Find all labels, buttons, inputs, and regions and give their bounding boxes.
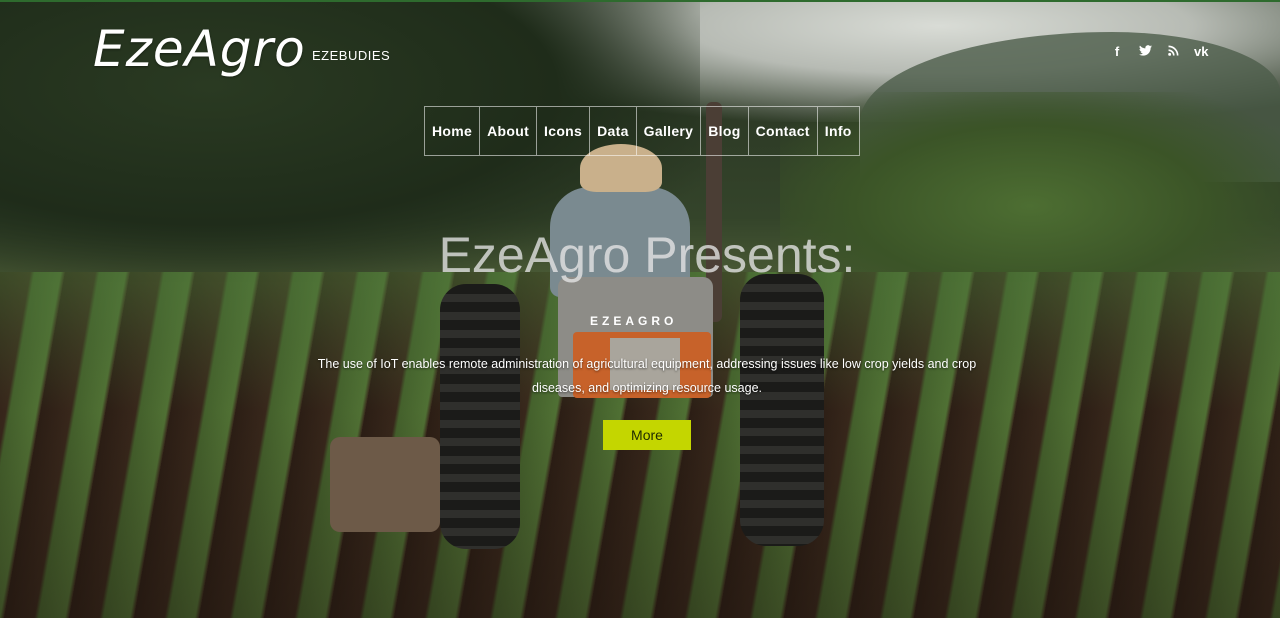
nav-contact[interactable]: Contact <box>747 107 817 155</box>
tractor-label: EZEAGRO <box>590 314 678 328</box>
left-wheel <box>440 284 520 549</box>
vk-icon[interactable]: vk <box>1194 44 1208 59</box>
facebook-icon[interactable]: f <box>1110 44 1124 59</box>
right-wheel <box>740 274 824 546</box>
nav-info[interactable]: Info <box>816 107 859 155</box>
social-links: f vk <box>1110 44 1209 59</box>
hero-title: EzeAgro Presents: <box>438 227 856 283</box>
twitter-icon[interactable] <box>1138 44 1152 59</box>
tractor-image: EZEAGRO <box>330 102 830 552</box>
tiller-image <box>330 437 440 532</box>
hero-banner: EZEAGRO EzeAgro EZEBUDIES f vk Home Abou… <box>0 0 1280 618</box>
brand-tagline: EZEBUDIES <box>312 48 391 63</box>
nav-icons[interactable]: Icons <box>536 107 589 155</box>
nav-data[interactable]: Data <box>589 107 636 155</box>
brand-logo[interactable]: EzeAgro <box>93 20 306 78</box>
nav-about[interactable]: About <box>479 107 536 155</box>
rss-icon[interactable] <box>1166 44 1180 59</box>
more-button[interactable]: More <box>603 420 691 450</box>
hero-description: The use of IoT enables remote administra… <box>317 357 977 395</box>
nav-home[interactable]: Home <box>424 107 479 155</box>
nav-blog[interactable]: Blog <box>700 107 747 155</box>
nav-gallery[interactable]: Gallery <box>635 107 701 155</box>
main-nav: Home About Icons Data Gallery Blog Conta… <box>424 106 860 156</box>
